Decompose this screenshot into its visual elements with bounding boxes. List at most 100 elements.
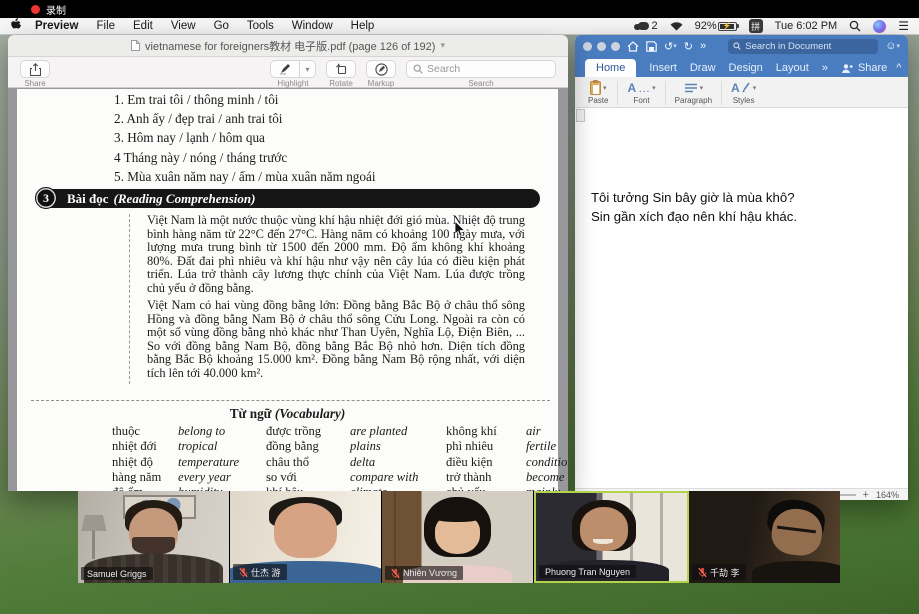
- rotate-icon: [335, 63, 348, 75]
- divider: [31, 400, 550, 401]
- menu-app-name[interactable]: Preview: [35, 20, 78, 32]
- highlight-button[interactable]: [270, 60, 300, 78]
- menu-view[interactable]: View: [171, 20, 196, 32]
- font-button[interactable]: A…▾ Font: [618, 79, 664, 107]
- menu-go[interactable]: Go: [214, 20, 229, 32]
- document-text: Tôi tưởng Sin bây giờ là mùa khô? Sin gầ…: [591, 188, 797, 226]
- more-tabs-icon[interactable]: »: [822, 62, 828, 77]
- preview-window: vietnamese for foreigners教材 电子版.pdf (pag…: [8, 35, 568, 491]
- preview-content: 1. Em trai tôi / thông minh / tôi 2. Anh…: [8, 89, 568, 491]
- menu-tools[interactable]: Tools: [247, 20, 274, 32]
- zoom-window-icon[interactable]: [611, 42, 620, 51]
- rotate-button[interactable]: [326, 60, 356, 78]
- vocab-title-en: (Vocabulary): [275, 406, 345, 421]
- vocab-term: điều kiện: [446, 455, 526, 470]
- smiley-icon[interactable]: ☺▾: [885, 40, 900, 52]
- apple-icon[interactable]: [10, 18, 21, 34]
- zoom-in-icon[interactable]: +: [863, 489, 869, 501]
- highlight-dropdown[interactable]: ▾: [300, 60, 316, 78]
- chevron-down-icon[interactable]: ▾: [440, 40, 445, 51]
- tab-layout[interactable]: Layout: [776, 62, 809, 77]
- vocab-table: thuộcbelong tođược trồngare plantedkhông…: [112, 424, 568, 491]
- styles-label: Styles: [733, 96, 755, 105]
- section-number: 3: [35, 187, 57, 209]
- close-icon[interactable]: [583, 42, 592, 51]
- video-tile-shijie[interactable]: 仕杰 游: [230, 491, 382, 583]
- highlight-icon: [279, 63, 291, 75]
- vocab-term: được trồng: [266, 424, 350, 439]
- vocab-def: plains: [350, 439, 446, 454]
- styles-button[interactable]: A ▾ Styles: [722, 79, 765, 107]
- menu-window[interactable]: Window: [292, 20, 333, 32]
- vocab-def: tropical: [178, 439, 266, 454]
- paragraph-button[interactable]: ▾ Paragraph: [666, 79, 721, 107]
- recording-label: 录制: [46, 2, 66, 17]
- section-title: Bài đọc: [67, 191, 109, 207]
- preview-search-field[interactable]: Search: [406, 60, 556, 78]
- battery-icon[interactable]: 92% ⚡: [695, 20, 737, 32]
- word-ribbon: ▾ Paste A…▾ Font ▾ Paragraph A ▾ Styles: [575, 77, 908, 108]
- vocab-term: trở thành: [446, 470, 526, 485]
- highlight-label: Highlight: [277, 79, 308, 88]
- word-document[interactable]: Tôi tưởng Sin bây giờ là mùa khô? Sin gầ…: [575, 108, 908, 488]
- vocab-def: compare with: [350, 470, 446, 485]
- search-icon[interactable]: [849, 20, 861, 32]
- minimize-icon[interactable]: [597, 42, 606, 51]
- lamp: [81, 515, 107, 532]
- preview-search-label: Search: [468, 79, 493, 88]
- siri-icon[interactable]: [873, 20, 886, 33]
- word-tab-bar: Home Insert Draw Design Layout » Share ^: [575, 57, 908, 77]
- vocab-term: đồng bằng: [266, 439, 350, 454]
- tab-design[interactable]: Design: [729, 62, 763, 77]
- video-tile-phuong-active-speaker[interactable]: Phuong Tran Nguyen: [534, 491, 689, 583]
- redo-icon[interactable]: ↻: [684, 40, 693, 53]
- preview-document-title: vietnamese for foreigners教材 电子版.pdf (pag…: [145, 38, 435, 54]
- exercise-item: 4 Tháng này / nóng / tháng trước: [114, 148, 376, 167]
- markup-label: Markup: [368, 79, 395, 88]
- preview-search-placeholder: Search: [427, 63, 460, 75]
- status-badge-icon[interactable]: 2: [638, 20, 658, 32]
- preview-title-bar[interactable]: vietnamese for foreigners教材 电子版.pdf (pag…: [8, 35, 568, 57]
- home-icon[interactable]: [627, 41, 639, 52]
- exercise-item: 2. Anh ấy / đẹp trai / anh trai tôi: [114, 109, 376, 128]
- tab-draw[interactable]: Draw: [690, 62, 716, 77]
- video-tile-qianjie[interactable]: 千劼 李: [689, 491, 840, 583]
- mic-off-icon: [391, 568, 400, 579]
- tab-insert[interactable]: Insert: [649, 62, 677, 77]
- doc-line: Sin gần xích đạo nên khí hậu khác.: [591, 207, 797, 226]
- input-method-icon[interactable]: 拼: [749, 19, 763, 33]
- share-icon: [30, 63, 41, 76]
- vocab-def: every year: [178, 470, 266, 485]
- share-button[interactable]: [20, 60, 50, 78]
- paragraph-label: Paragraph: [675, 96, 712, 105]
- menu-clock[interactable]: Tue 6:02 PM: [775, 20, 838, 32]
- paste-button[interactable]: ▾ Paste: [579, 79, 617, 107]
- menu-file[interactable]: File: [96, 20, 115, 32]
- save-icon[interactable]: [646, 41, 657, 52]
- wifi-icon[interactable]: [670, 21, 683, 31]
- vocab-title-vi: Từ ngữ: [230, 406, 272, 421]
- video-tile-nhien[interactable]: Nhiên Vương: [382, 491, 534, 583]
- participant-name: 仕杰 游: [233, 564, 287, 580]
- word-share-button[interactable]: Share: [858, 62, 887, 74]
- menu-help[interactable]: Help: [351, 20, 375, 32]
- recording-icon: [31, 5, 40, 14]
- exercise-item: 5. Mùa xuân năm nay / ấm / mùa xuân năm …: [114, 167, 376, 186]
- vocab-def: air: [526, 424, 568, 439]
- vocab-term: nhiệt độ: [112, 455, 178, 470]
- word-search-field[interactable]: Search in Document: [728, 39, 878, 54]
- menu-edit[interactable]: Edit: [133, 20, 153, 32]
- undo-icon[interactable]: ↺▾: [664, 40, 677, 53]
- font-label: Font: [634, 96, 650, 105]
- exercise-item: 1. Em trai tôi / thông minh / tôi: [114, 90, 376, 109]
- collapse-ribbon-icon[interactable]: ^: [896, 62, 901, 74]
- tab-home[interactable]: Home: [585, 59, 636, 77]
- pdf-icon: [131, 40, 140, 51]
- word-title-bar[interactable]: ↺▾ ↻ » Search in Document ☺▾: [575, 35, 908, 57]
- more-icon[interactable]: »: [700, 40, 706, 52]
- word-window: ↺▾ ↻ » Search in Document ☺▾ Home Insert…: [575, 35, 908, 500]
- video-tile-samuel[interactable]: Samuel Griggs: [78, 491, 230, 583]
- markup-button[interactable]: [366, 60, 396, 78]
- mic-off-icon: [239, 567, 248, 578]
- notification-center-icon[interactable]: ☰: [898, 19, 909, 33]
